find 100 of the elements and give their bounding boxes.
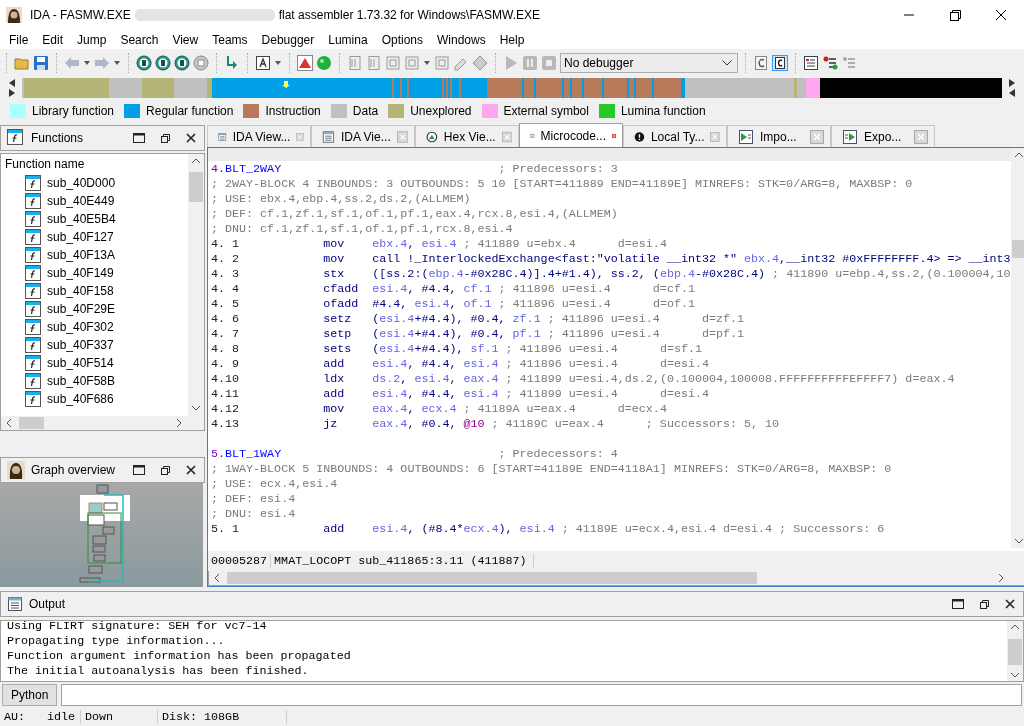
circle-icon[interactable] (174, 55, 190, 72)
tab[interactable]: Microcode... (519, 123, 623, 148)
menu-item[interactable]: Search (113, 32, 166, 47)
list-icon[interactable] (822, 55, 838, 72)
vertical-scrollbar[interactable] (1010, 148, 1024, 549)
horizontal-scrollbar[interactable] (0, 416, 205, 432)
function-name[interactable]: sub_40F302 (47, 320, 114, 335)
menu-item[interactable]: Teams (205, 32, 255, 47)
restore-button[interactable] (158, 463, 172, 478)
list-icon[interactable] (803, 55, 819, 72)
status-value: Disk: 108GB (158, 710, 287, 725)
menu-item[interactable]: Lumina (321, 32, 375, 47)
function-name[interactable]: sub_40F149 (47, 266, 114, 281)
opcode: jz (323, 417, 339, 433)
folder-icon[interactable] (14, 55, 30, 72)
function-name[interactable]: sub_40D000 (47, 176, 116, 191)
restore-button[interactable] (158, 131, 172, 146)
tab[interactable]: IDA View... (207, 125, 311, 148)
opcode: sets (323, 342, 353, 358)
operands: esi.4, (#8.4*ecx.4), esi.4 ; 41189E u=ecx.4,esi.4 d=esi.4 ; Successors: 6 (372, 522, 885, 537)
function-icon (25, 211, 41, 228)
tab[interactable]: Local Ty... (623, 125, 727, 148)
jump-arrow-icon[interactable] (224, 55, 240, 72)
function-name[interactable]: sub_40E5B4 (47, 212, 116, 227)
function-name[interactable]: sub_40F127 (47, 230, 114, 245)
function-name[interactable]: sub_40F13A (47, 248, 116, 263)
menu-item[interactable]: Debugger (254, 32, 322, 47)
tab[interactable]: Impo... (727, 125, 831, 148)
menu-item[interactable]: Windows (430, 32, 493, 47)
menu-item[interactable]: Options (374, 32, 430, 47)
document-icon[interactable] (347, 55, 363, 72)
maximize-button[interactable] (132, 463, 146, 478)
command-input[interactable] (61, 684, 1022, 707)
legend-label: Regular function (146, 103, 234, 118)
menu-item[interactable]: File (2, 32, 36, 47)
horizontal-scrollbar[interactable] (208, 571, 1024, 587)
status-value: idle (47, 710, 76, 725)
diamond-icon[interactable] (472, 55, 488, 72)
function-name[interactable]: sub_40F158 (47, 284, 114, 299)
function-icon (25, 391, 41, 408)
tab[interactable]: IDA Vie... (311, 125, 415, 148)
function-name[interactable]: sub_40F29E (47, 302, 116, 317)
graph-overview-drawing[interactable] (0, 483, 203, 588)
legend-label: Lumina function (620, 103, 706, 118)
close-tab-button[interactable] (501, 130, 512, 144)
menu-item[interactable]: Jump (70, 32, 114, 47)
operands: (esi.4+#4.4), #0.4, zf.1 ; 411896 u=esi.4 d=zf.1 (372, 312, 745, 327)
info-icon (634, 129, 645, 145)
window-title: flat assembler 1.73.32 for Windows\FASMW.EXE (278, 8, 541, 22)
block-label[interactable]: 4.BLT_2WAY (211, 162, 499, 178)
scroll-arrows-icon[interactable] (1008, 78, 1016, 99)
line-number: 4. 2 (211, 252, 241, 268)
menu-item[interactable]: View (165, 32, 206, 47)
menu-item[interactable]: Edit (35, 32, 71, 47)
pseudocode-icon[interactable] (753, 55, 769, 72)
function-name[interactable]: sub_40F337 (47, 338, 114, 353)
opcode: mov (323, 252, 346, 268)
restore-button[interactable] (977, 597, 991, 612)
triangle-icon[interactable] (297, 55, 313, 72)
maximize-button[interactable] (951, 597, 965, 612)
column-header[interactable]: Function name (1, 154, 188, 175)
scroll-arrows-icon[interactable] (8, 78, 16, 99)
language-button[interactable]: Python (2, 684, 58, 707)
function-name[interactable]: sub_40F58B (47, 374, 116, 389)
pseudocode-icon[interactable] (772, 55, 788, 72)
navigation-band-drawing[interactable] (22, 78, 1002, 99)
circle-icon[interactable] (155, 55, 171, 72)
close-tab-button[interactable] (396, 130, 408, 144)
debugger-dropdown[interactable]: No debugger (560, 53, 738, 74)
line-number: 4. 9 (211, 357, 241, 373)
legend-label: External symbol (503, 103, 589, 118)
document-icon[interactable] (366, 55, 382, 72)
vertical-scrollbar[interactable] (1007, 621, 1023, 682)
font-icon[interactable] (255, 55, 271, 72)
function-name[interactable]: sub_40F686 (47, 392, 114, 407)
legend-label: Data (352, 103, 379, 118)
operands: call !_InterlockedExchange<fast:"volatile __int32 *" ebx.4,__int32 #0xFFFFFFFF.4> => __int3 (372, 252, 1011, 267)
close-tab-button[interactable] (914, 130, 928, 144)
panel-title: Functions (31, 131, 84, 146)
tab[interactable]: Expo... (831, 125, 935, 148)
function-name[interactable]: sub_40E449 (47, 194, 115, 209)
function-name[interactable]: sub_40F514 (47, 356, 114, 371)
code-comment: ; USE: ebx.4,ebp.4,ss.2,ds.2,(ALLMEM) (211, 192, 471, 207)
close-tab-button[interactable] (810, 130, 824, 144)
menu-item[interactable]: Help (492, 32, 532, 47)
square-icon[interactable] (385, 55, 401, 72)
tab[interactable]: Hex Vie... (415, 125, 519, 148)
opcode: add (323, 522, 346, 538)
vertical-scrollbar[interactable] (188, 154, 204, 417)
code-comment: ; DEF: cf.1,zf.1,sf.1,of.1,pf.1,eax.4,rcx.8,esi.4,(ALLMEM) (211, 207, 618, 222)
circle-icon[interactable] (136, 55, 152, 72)
location-text: MMAT_LOCOPT sub_411865:3.11 (411887) (271, 554, 534, 569)
line-number: 4. 5 (211, 297, 241, 313)
function-icon (25, 373, 41, 390)
block-label[interactable]: 5.BLT_1WAY (211, 447, 499, 463)
function-icon (25, 337, 41, 354)
save-icon[interactable] (33, 55, 49, 72)
maximize-button[interactable] (132, 131, 146, 146)
line-number: 4. 7 (211, 327, 241, 343)
function-icon (25, 355, 41, 372)
